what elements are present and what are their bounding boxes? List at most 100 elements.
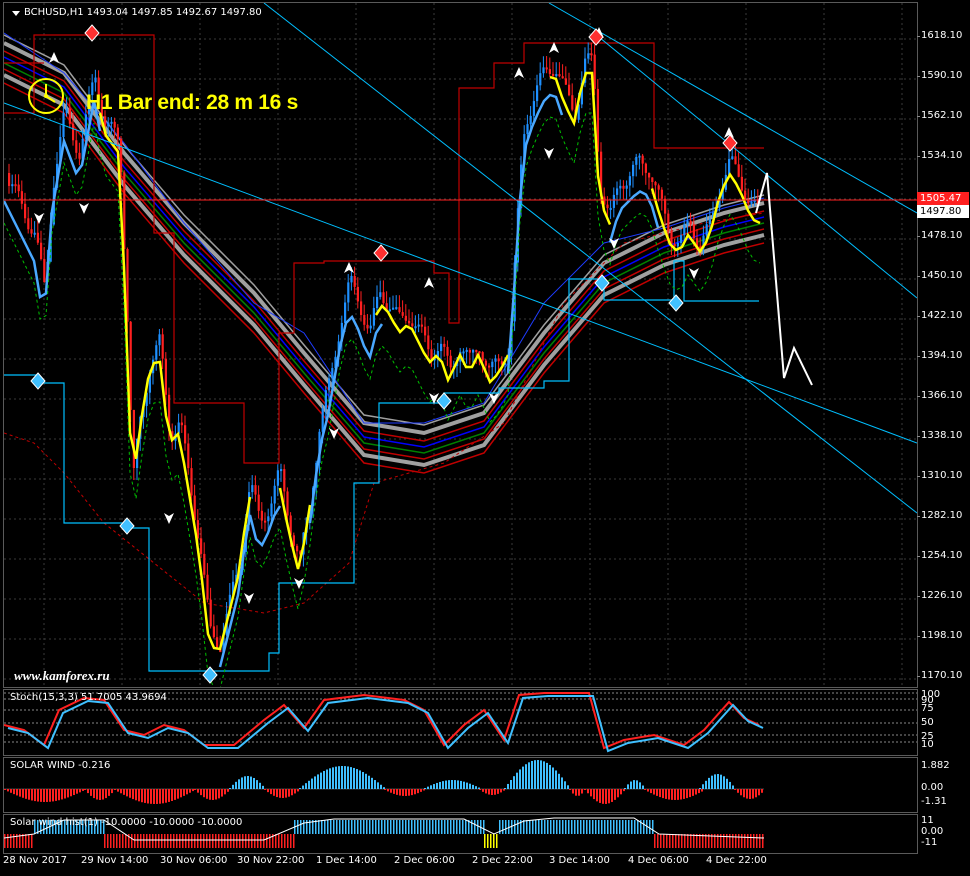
solar-hist-bar (453, 820, 455, 834)
solar-wind-bar (537, 760, 539, 789)
candle-body (408, 320, 411, 324)
solar-hist-bar (678, 834, 680, 848)
solar-wind-bar (639, 782, 641, 789)
signal-line-green-dashed (4, 112, 761, 687)
solar-wind-bar (611, 789, 613, 802)
candle-body (564, 78, 567, 85)
candle-body (203, 553, 206, 575)
price-axis-tick (917, 516, 920, 517)
solar-hist-bar (254, 834, 256, 848)
solar-hist-bar (532, 820, 534, 834)
candle-body (747, 200, 750, 204)
solar-wind-bar (504, 788, 506, 789)
solar-wind-bar (457, 780, 459, 789)
solar-wind-bar (686, 789, 688, 799)
arrow-up-marker (549, 42, 559, 53)
candle-body (612, 194, 615, 208)
solar-wind-bar (479, 789, 481, 790)
solar-hist-bar (735, 834, 737, 848)
solar-hist-bar (224, 834, 226, 848)
solar-hist-bar (330, 820, 332, 834)
solar-hist-bar (535, 820, 537, 834)
solar-wind-svg (4, 760, 764, 804)
solar-wind-bar (448, 780, 450, 789)
solar-wind-bar (186, 789, 188, 795)
solar-wind-bar (371, 777, 373, 789)
solar-hist-bar (631, 820, 633, 834)
candle-body (740, 176, 743, 191)
candle-body (75, 140, 78, 153)
candle-body (545, 67, 548, 70)
solar-wind-bar (311, 778, 313, 789)
solar-wind-bar (494, 789, 496, 795)
solar-wind-bar (279, 789, 281, 798)
solar-wind-hist-pane[interactable]: Solar wind hist(1) -10.0000 -10.0000 -10… (3, 814, 918, 854)
solar-hist-bar (393, 820, 395, 834)
solar-hist-bar (281, 834, 283, 848)
signal-line-blue (308, 314, 384, 524)
stochastic-pane[interactable]: Stoch(15,3,3) 51.7005 43.9694 (3, 689, 918, 756)
price-axis[interactable]: 1618.10 1590.10 1562.10 1534.10 1478.10 1450.… (917, 2, 970, 686)
solar-wind-bar (543, 761, 545, 789)
solar-wind-bar (439, 781, 441, 789)
diamond-sell-marker (373, 244, 389, 262)
solar-wind-bar (111, 789, 113, 794)
solar-wind-bar (720, 774, 722, 789)
candle-body (296, 545, 299, 552)
solar-wind-bar (528, 762, 530, 789)
solar-hist-bar (113, 834, 115, 848)
solar-hist-bar (375, 820, 377, 834)
solar-wind-bar (317, 774, 319, 789)
candle-body (558, 74, 561, 77)
candle-body (625, 185, 628, 189)
solar-hist-bar (212, 834, 214, 848)
solar-wind-bar (723, 776, 725, 789)
candle-body (683, 224, 686, 236)
chart-window[interactable]: BCHUSD,H1 1493.04 1497.85 1492.67 1497.8… (0, 0, 970, 876)
solar-hist-bar (553, 820, 555, 834)
solar-wind-pane[interactable]: SOLAR WIND -0.216 (3, 757, 918, 813)
solar-hist-bar (333, 820, 335, 834)
candle-body (209, 599, 212, 627)
candle-body (692, 224, 695, 239)
solar-wind-bar (578, 789, 580, 796)
solar-hist-bar (514, 820, 516, 834)
solar-wind-bar (34, 789, 36, 802)
solar-wind-bar (507, 783, 509, 789)
solar-hist-bar (493, 834, 495, 848)
solar-hist-bar (194, 834, 196, 848)
candle-body (635, 156, 638, 165)
solar-wind-bar (497, 789, 499, 794)
candle-body (536, 85, 539, 102)
solar-wind-bar (402, 789, 404, 796)
solar-hist-bar (690, 834, 692, 848)
solar-wind-bar (451, 780, 453, 789)
solar-wind-bar (120, 789, 122, 794)
solar-hist-bar (580, 820, 582, 834)
candle-body (484, 360, 487, 366)
dropdown-triangle-icon[interactable] (12, 11, 20, 16)
solar-hist-bar (738, 834, 740, 848)
solar-wind-bar (165, 789, 167, 803)
solar-wind-bar (212, 789, 214, 800)
solar-wind-bar (500, 789, 502, 793)
arrow-down-marker (79, 203, 89, 214)
candle-body (30, 229, 33, 234)
solar-wind-bar (117, 789, 119, 792)
solar-hist-bar (209, 834, 211, 848)
candle-body (705, 224, 708, 236)
solar-hist-bar (10, 834, 12, 848)
candle-body (254, 485, 257, 495)
candle-body (379, 292, 382, 297)
solar-wind-bar (90, 789, 92, 796)
candle-body (411, 323, 414, 327)
solar-wind-bar (299, 788, 301, 789)
solar-hist-bar (568, 820, 570, 834)
solar-wind-bar (96, 789, 98, 800)
main-price-pane[interactable]: BCHUSD,H1 1493.04 1497.85 1492.67 1497.8… (3, 2, 918, 688)
solar-wind-bar (411, 789, 413, 796)
price-axis-label: 1450.10 (921, 270, 963, 281)
solar-wind-bar (482, 789, 484, 792)
solar-hist-bar (387, 820, 389, 834)
candle-body (110, 121, 113, 124)
